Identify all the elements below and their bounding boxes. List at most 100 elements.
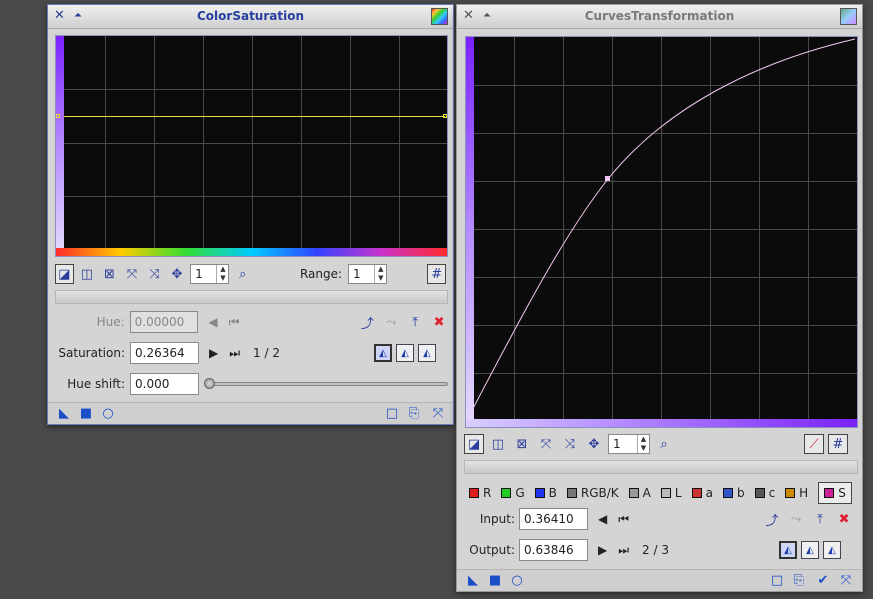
- channel-r[interactable]: R: [469, 486, 491, 500]
- zoom-icon[interactable]: ⌕: [233, 264, 252, 284]
- mirror-icon[interactable]: ⤳: [381, 312, 401, 332]
- channel-s[interactable]: S: [818, 482, 852, 504]
- curve-point: [605, 176, 610, 181]
- saturation-curve-graph[interactable]: [55, 35, 448, 257]
- real-time-preview-icon[interactable]: ○: [100, 406, 116, 422]
- grid-icon[interactable]: #: [828, 434, 848, 454]
- hue-label: Hue:: [96, 315, 125, 329]
- channel-label: RGB/K: [580, 486, 619, 500]
- channel-swatch-icon: [722, 488, 733, 498]
- range-spinbox[interactable]: 1 ▲ ▼: [348, 264, 388, 284]
- channel-g[interactable]: G: [501, 486, 525, 500]
- prev-point-icon[interactable]: ◀: [598, 512, 607, 526]
- spin-arrows-icon[interactable]: ▲ ▼: [374, 265, 386, 283]
- document-icon[interactable]: ⎘: [791, 573, 807, 589]
- zoom-extents-icon[interactable]: ⤨: [560, 434, 580, 454]
- curvestransformation-titlebar[interactable]: ✕ ⏶ CurvesTransformation: [457, 5, 862, 29]
- range-label: Range:: [299, 267, 343, 281]
- channel-b[interactable]: B: [534, 486, 557, 500]
- hue-input[interactable]: 0.00000: [129, 311, 199, 333]
- channel-label: c: [768, 486, 776, 500]
- channel-l[interactable]: L: [660, 486, 682, 500]
- delete-icon[interactable]: ✖: [429, 312, 449, 332]
- input-value-field[interactable]: 0.36410: [519, 508, 588, 530]
- channel-a[interactable]: a: [691, 486, 713, 500]
- channel-swatch-icon: [660, 488, 671, 498]
- last-point-icon[interactable]: ⏭: [229, 346, 240, 361]
- interp-cubic-icon[interactable]: ◭: [396, 344, 414, 362]
- channel-b[interactable]: b: [722, 486, 745, 500]
- saturation-input[interactable]: 0.26364: [130, 342, 199, 364]
- output-value-field[interactable]: 0.63846: [519, 539, 588, 561]
- first-point-icon[interactable]: ⏮: [229, 315, 240, 330]
- pan-icon[interactable]: ✥: [168, 264, 187, 284]
- mirror-icon[interactable]: ⤳: [786, 509, 806, 529]
- reset-icon[interactable]: ⤒: [405, 312, 425, 332]
- spin-arrows-icon[interactable]: ▲ ▼: [637, 435, 649, 453]
- zoom-fit-icon[interactable]: ⤧: [536, 434, 556, 454]
- prev-point-icon[interactable]: ◀: [208, 315, 217, 329]
- last-point-icon[interactable]: ⏭: [618, 543, 629, 558]
- interp-linear-icon[interactable]: ◭: [823, 541, 841, 559]
- grid-icon[interactable]: #: [427, 264, 446, 284]
- channel-swatch-icon: [534, 488, 545, 498]
- tool-icon[interactable]: ⤧: [430, 406, 446, 422]
- hueshift-slider[interactable]: [205, 382, 448, 386]
- curves-graph[interactable]: [465, 36, 858, 428]
- next-point-icon[interactable]: ▶: [209, 346, 218, 360]
- next-point-icon[interactable]: ▶: [598, 543, 607, 557]
- hueshift-input[interactable]: 0.000: [130, 373, 199, 395]
- apply-global-icon[interactable]: ■: [487, 573, 503, 589]
- grid-line: [64, 196, 447, 197]
- output-row: Output: 0.63846 ▶ ⏭ 2 / 3 ◭ ◭ ◭: [457, 539, 862, 561]
- delete-icon[interactable]: ✖: [834, 509, 854, 529]
- interp-linear-icon[interactable]: ◭: [418, 344, 436, 362]
- colorsaturation-titlebar[interactable]: ✕ ⏶ ColorSaturation: [48, 5, 453, 29]
- output-label: Output:: [469, 543, 515, 557]
- first-point-icon[interactable]: ⏮: [618, 512, 629, 527]
- interp-cubic-icon[interactable]: ◭: [801, 541, 819, 559]
- zoom-extents-icon[interactable]: ⤨: [145, 264, 164, 284]
- grid-line: [154, 36, 155, 248]
- new-instance-icon[interactable]: ◣: [56, 406, 72, 422]
- preview-icon[interactable]: □: [384, 406, 400, 422]
- document-icon[interactable]: ⎘: [406, 406, 422, 422]
- select-point-icon[interactable]: ◫: [78, 264, 97, 284]
- info-bar: [55, 290, 448, 304]
- curvestransformation-window: ✕ ⏶ CurvesTransformation ◪ ◫ ⊠ ⤧ ⤨ ✥ 1 ▲ ▼: [456, 4, 863, 592]
- new-instance-icon[interactable]: ◣: [465, 573, 481, 589]
- channel-rgb-k[interactable]: RGB/K: [566, 486, 619, 500]
- channel-a[interactable]: A: [628, 486, 651, 500]
- channel-label: G: [515, 486, 525, 500]
- hueshift-label: Hue shift:: [67, 377, 125, 391]
- invert-icon[interactable]: ⤴: [357, 312, 377, 332]
- zoom-icon[interactable]: ⌕: [654, 434, 674, 454]
- real-time-preview-icon[interactable]: ○: [509, 573, 525, 589]
- curve-point[interactable]: [56, 114, 60, 118]
- channel-c[interactable]: c: [754, 486, 776, 500]
- apply-icon[interactable]: ✔: [815, 573, 831, 589]
- zoom-spinbox[interactable]: 1 ▲ ▼: [608, 434, 650, 454]
- curve-point[interactable]: [443, 114, 447, 118]
- pan-icon[interactable]: ✥: [584, 434, 604, 454]
- slider-knob[interactable]: [204, 378, 215, 389]
- select-point-icon[interactable]: ◫: [488, 434, 508, 454]
- edit-point-icon[interactable]: ◪: [55, 264, 74, 284]
- tool-icon[interactable]: ⤧: [838, 573, 854, 589]
- zoom-spinbox[interactable]: 1 ▲ ▼: [190, 264, 230, 284]
- preview-icon[interactable]: □: [769, 573, 785, 589]
- channel-swatch-icon: [566, 488, 577, 498]
- interp-akima-icon[interactable]: ◭: [374, 344, 392, 362]
- histogram-icon[interactable]: ⟋: [804, 434, 824, 454]
- reset-icon[interactable]: ⤒: [810, 509, 830, 529]
- interp-akima-icon[interactable]: ◭: [779, 541, 797, 559]
- delete-point-icon[interactable]: ⊠: [512, 434, 532, 454]
- graph-toolbar: ◪ ◫ ⊠ ⤧ ⤨ ✥ 1 ▲ ▼ ⌕ Range: 1 ▲ ▼ #: [55, 264, 450, 284]
- channel-h[interactable]: H: [785, 486, 808, 500]
- zoom-fit-icon[interactable]: ⤧: [123, 264, 142, 284]
- apply-global-icon[interactable]: ■: [78, 406, 94, 422]
- edit-point-icon[interactable]: ◪: [464, 434, 484, 454]
- invert-icon[interactable]: ⤴: [762, 509, 782, 529]
- delete-point-icon[interactable]: ⊠: [100, 264, 119, 284]
- spin-arrows-icon[interactable]: ▲ ▼: [216, 265, 228, 283]
